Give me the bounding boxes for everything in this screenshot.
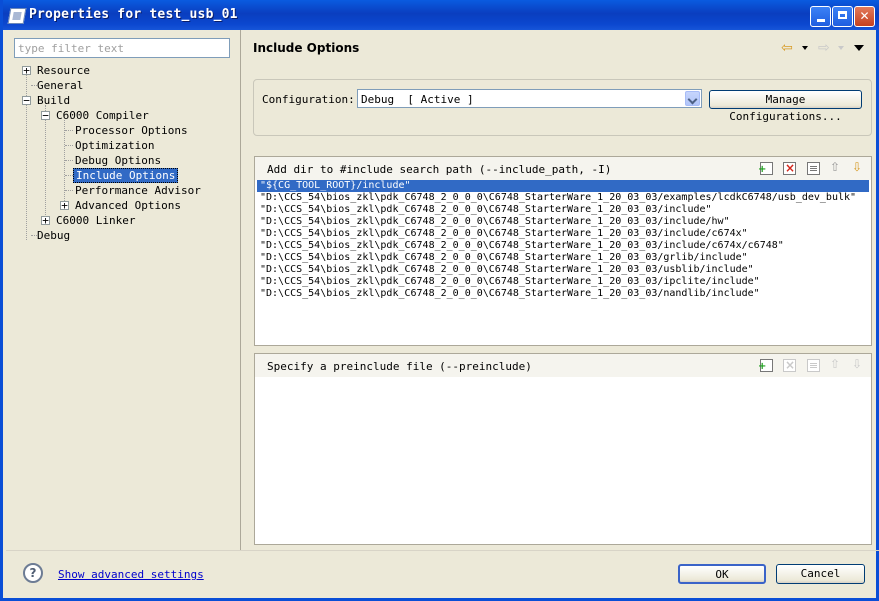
- include-path-row[interactable]: "D:\CCS_54\bios_zkl\pdk_C6748_2_0_0_0\C6…: [257, 216, 869, 228]
- close-icon: ✕: [859, 9, 870, 23]
- delete-path-icon[interactable]: [783, 162, 796, 175]
- tree-item-label: General: [37, 79, 84, 92]
- tree-item-label: Advanced Options: [75, 199, 181, 212]
- title-bar[interactable]: Properties for test_usb_01 ✕: [3, 0, 879, 30]
- tree-item-label: Resource: [37, 64, 90, 77]
- move-down-icon: [852, 357, 865, 372]
- preinclude-panel-title: Specify a preinclude file (--preinclude): [267, 360, 532, 373]
- add-path-icon[interactable]: [758, 162, 773, 175]
- maximize-icon: [838, 11, 847, 19]
- tree-guide-line: [65, 130, 73, 131]
- preinclude-panel: Specify a preinclude file (--preinclude): [254, 353, 872, 545]
- tree-guide-line: [65, 190, 73, 191]
- tree-item-label: Debug: [37, 229, 71, 242]
- tree-item-label: Build: [37, 94, 71, 107]
- tree-item-debug[interactable]: Debug: [37, 228, 70, 243]
- close-button[interactable]: ✕: [854, 6, 875, 27]
- collapse-icon[interactable]: −: [22, 95, 31, 106]
- ok-button[interactable]: OK: [678, 564, 766, 584]
- preinclude-panel-header: Specify a preinclude file (--preinclude): [255, 354, 871, 377]
- tree-item-label: Processor Options: [75, 124, 188, 137]
- expand-icon[interactable]: +: [60, 200, 69, 211]
- minimize-button[interactable]: [810, 6, 831, 27]
- footer-separator: [6, 550, 879, 551]
- tree-item-label: Performance Advisor: [75, 184, 201, 197]
- add-file-icon[interactable]: [758, 359, 773, 372]
- forward-history-dropdown-icon[interactable]: [838, 46, 844, 50]
- tree-guide-line: [65, 145, 73, 146]
- move-up-icon[interactable]: [830, 160, 843, 175]
- back-history-dropdown-icon[interactable]: [802, 46, 808, 50]
- include-path-panel: Add dir to #include search path (--inclu…: [254, 156, 872, 346]
- maximize-button[interactable]: [832, 6, 853, 27]
- configuration-select[interactable]: Debug [ Active ]: [357, 89, 702, 108]
- include-path-row[interactable]: "D:\CCS_54\bios_zkl\pdk_C6748_2_0_0_0\C6…: [257, 288, 869, 300]
- tree-guide-line: [64, 120, 65, 205]
- tree-item-optimization[interactable]: Optimization: [75, 138, 154, 153]
- tree-item-general[interactable]: General: [37, 78, 83, 93]
- tree-item-include-options[interactable]: Include Options: [73, 168, 179, 183]
- properties-dialog: Properties for test_usb_01 ✕ + Resource …: [0, 0, 879, 601]
- delete-file-icon: [783, 359, 796, 372]
- include-path-panel-title: Add dir to #include search path (--inclu…: [267, 163, 612, 176]
- tree-item-label: Debug Options: [75, 154, 162, 167]
- move-up-icon: [830, 357, 843, 372]
- expand-icon[interactable]: +: [41, 215, 50, 226]
- tree-item-label: Include Options: [73, 168, 179, 183]
- filter-input[interactable]: [14, 38, 230, 58]
- include-path-row[interactable]: "D:\CCS_54\bios_zkl\pdk_C6748_2_0_0_0\C6…: [257, 228, 869, 240]
- show-advanced-settings-link[interactable]: Show advanced settings: [58, 568, 204, 581]
- forward-arrow-icon[interactable]: ⇨: [818, 40, 830, 56]
- include-path-row[interactable]: "D:\CCS_54\bios_zkl\pdk_C6748_2_0_0_0\C6…: [257, 204, 869, 216]
- tree-item-label: C6000 Linker: [56, 214, 136, 227]
- collapse-icon[interactable]: −: [41, 110, 50, 121]
- tree-item-performance-advisor[interactable]: Performance Advisor: [75, 183, 201, 198]
- minimize-icon: [816, 19, 825, 22]
- help-icon[interactable]: ?: [23, 563, 43, 583]
- app-icon: [7, 8, 27, 24]
- include-path-row[interactable]: "D:\CCS_54\bios_zkl\pdk_C6748_2_0_0_0\C6…: [257, 264, 869, 276]
- back-arrow-icon[interactable]: ⇦: [781, 40, 793, 56]
- edit-path-icon[interactable]: [807, 162, 820, 175]
- move-down-icon[interactable]: [852, 160, 865, 175]
- tree-item-label: Optimization: [75, 139, 155, 152]
- include-path-row[interactable]: "${CG_TOOL_ROOT}/include": [257, 180, 869, 192]
- window-title: Properties for test_usb_01: [29, 7, 238, 22]
- include-path-panel-header: Add dir to #include search path (--inclu…: [255, 157, 871, 180]
- cancel-button[interactable]: Cancel: [776, 564, 865, 584]
- edit-file-icon: [807, 359, 820, 372]
- tree-item-processor-options[interactable]: Processor Options: [75, 123, 188, 138]
- page-title: Include Options: [253, 41, 360, 55]
- include-path-row[interactable]: "D:\CCS_54\bios_zkl\pdk_C6748_2_0_0_0\C6…: [257, 240, 869, 252]
- include-path-row[interactable]: "D:\CCS_54\bios_zkl\pdk_C6748_2_0_0_0\C6…: [257, 192, 869, 204]
- tree-guide-line: [45, 105, 46, 221]
- include-path-row[interactable]: "D:\CCS_54\bios_zkl\pdk_C6748_2_0_0_0\C6…: [257, 252, 869, 264]
- pane-splitter[interactable]: [240, 30, 241, 550]
- tree-guide-line: [65, 175, 73, 176]
- configuration-label: Configuration:: [262, 93, 355, 106]
- tree-item-debug-options[interactable]: Debug Options: [75, 153, 161, 168]
- expand-icon[interactable]: +: [22, 65, 31, 76]
- include-path-row[interactable]: "D:\CCS_54\bios_zkl\pdk_C6748_2_0_0_0\C6…: [257, 276, 869, 288]
- manage-configurations-button[interactable]: Manage Configurations...: [709, 90, 862, 123]
- chevron-down-icon[interactable]: [685, 91, 700, 106]
- configuration-value: Debug [ Active ]: [361, 93, 474, 106]
- tree-item-label: C6000 Compiler: [56, 109, 149, 122]
- view-menu-icon[interactable]: [854, 45, 864, 51]
- tree-guide-line: [65, 160, 73, 161]
